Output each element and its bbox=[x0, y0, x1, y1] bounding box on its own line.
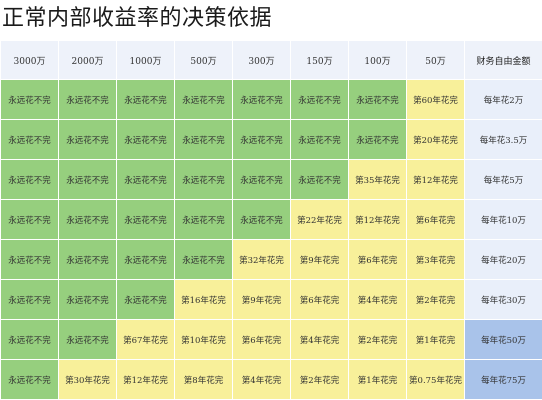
table-cell: 永远花不完 bbox=[174, 199, 233, 240]
table-cell: 永远花不完 bbox=[174, 79, 233, 120]
table-cell: 永远花不完 bbox=[290, 79, 349, 120]
table-cell: 第2年花完 bbox=[290, 359, 349, 400]
column-header: 100万 bbox=[348, 40, 407, 80]
row-header: 每年花20万 bbox=[464, 239, 542, 280]
row-header: 每年花50万 bbox=[464, 319, 542, 360]
table-cell: 永远花不完 bbox=[0, 359, 59, 400]
table-cell: 永远花不完 bbox=[348, 119, 407, 160]
column-header: 500万 bbox=[174, 40, 233, 80]
table-cell: 第0.75年花完 bbox=[406, 359, 465, 400]
row-header: 每年花3.5万 bbox=[464, 119, 542, 160]
table-cell: 第22年花完 bbox=[290, 199, 349, 240]
column-header: 300万 bbox=[232, 40, 291, 80]
decision-table-container: 3000万 2000万 1000万 500万 300万 150万 100万 50万 财务自由金额… bbox=[0, 40, 542, 400]
header-row: 3000万 2000万 1000万 500万 300万 150万 100万 50万 财务自由金额 bbox=[0, 40, 542, 80]
table-row: 永远花不完 永远花不完 永远花不完 永远花不完 永远花不完 永远花不完 永远花不完 第20年花… bbox=[0, 119, 542, 160]
table-cell: 第30年花完 bbox=[58, 359, 117, 400]
table-cell: 第12年花完 bbox=[348, 199, 407, 240]
table-cell: 第16年花完 bbox=[174, 279, 233, 320]
table-cell: 永远花不完 bbox=[0, 319, 59, 360]
table-cell: 第6年花完 bbox=[232, 319, 291, 360]
table-cell: 第3年花完 bbox=[406, 239, 465, 280]
table-cell: 第6年花完 bbox=[290, 279, 349, 320]
row-header: 每年花2万 bbox=[464, 79, 542, 120]
table-row: 永远花不完 永远花不完 永远花不完 第16年花完 第9年花完 第6年花完 第4年花完 第2年花… bbox=[0, 279, 542, 320]
table-cell: 永远花不完 bbox=[116, 159, 175, 200]
table-cell: 第1年花完 bbox=[406, 319, 465, 360]
table-cell: 第12年花完 bbox=[116, 359, 175, 400]
table-cell: 第4年花完 bbox=[290, 319, 349, 360]
column-header: 1000万 bbox=[116, 40, 175, 80]
table-cell: 永远花不完 bbox=[174, 239, 233, 280]
table-cell: 第4年花完 bbox=[348, 279, 407, 320]
column-header-corner: 财务自由金额 bbox=[464, 40, 542, 80]
row-header: 每年花10万 bbox=[464, 199, 542, 240]
table-cell: 永远花不完 bbox=[232, 199, 291, 240]
row-header: 每年花75万 bbox=[464, 359, 542, 400]
table-cell: 永远花不完 bbox=[290, 119, 349, 160]
table-cell: 第9年花完 bbox=[290, 239, 349, 280]
table-cell: 永远花不完 bbox=[232, 79, 291, 120]
table-cell: 第20年花完 bbox=[406, 119, 465, 160]
table-cell: 永远花不完 bbox=[0, 199, 59, 240]
table-row: 永远花不完 永远花不完 第67年花完 第10年花完 第6年花完 第4年花完 第2年花完 第1年… bbox=[0, 319, 542, 360]
table-cell: 永远花不完 bbox=[116, 79, 175, 120]
column-header: 3000万 bbox=[0, 40, 59, 80]
table-cell: 第9年花完 bbox=[232, 279, 291, 320]
table-cell: 永远花不完 bbox=[58, 79, 117, 120]
table-cell: 第2年花完 bbox=[348, 319, 407, 360]
table-cell: 永远花不完 bbox=[58, 319, 117, 360]
table-cell: 第10年花完 bbox=[174, 319, 233, 360]
column-header: 2000万 bbox=[58, 40, 117, 80]
table-cell: 第67年花完 bbox=[116, 319, 175, 360]
table-cell: 永远花不完 bbox=[0, 79, 59, 120]
column-header: 150万 bbox=[290, 40, 349, 80]
table-cell: 第1年花完 bbox=[348, 359, 407, 400]
table-cell: 永远花不完 bbox=[174, 119, 233, 160]
table-cell: 永远花不完 bbox=[232, 159, 291, 200]
table-cell: 永远花不完 bbox=[58, 279, 117, 320]
table-cell: 永远花不完 bbox=[116, 239, 175, 280]
table-cell: 第6年花完 bbox=[348, 239, 407, 280]
table-cell: 第6年花完 bbox=[406, 199, 465, 240]
table-cell: 永远花不完 bbox=[0, 279, 59, 320]
table-cell: 第12年花完 bbox=[406, 159, 465, 200]
row-header: 每年花5万 bbox=[464, 159, 542, 200]
table-cell: 第35年花完 bbox=[348, 159, 407, 200]
table-row: 永远花不完 第30年花完 第12年花完 第8年花完 第4年花完 第2年花完 第1年花完 第0.… bbox=[0, 359, 542, 400]
table-cell: 永远花不完 bbox=[116, 279, 175, 320]
decision-table: 3000万 2000万 1000万 500万 300万 150万 100万 50万 财务自由金额… bbox=[0, 40, 542, 400]
table-cell: 第8年花完 bbox=[174, 359, 233, 400]
table-cell: 永远花不完 bbox=[58, 119, 117, 160]
table-cell: 永远花不完 bbox=[116, 119, 175, 160]
table-row: 永远花不完 永远花不完 永远花不完 永远花不完 第32年花完 第9年花完 第6年花完 第3年花… bbox=[0, 239, 542, 280]
column-header: 50万 bbox=[406, 40, 465, 80]
table-row: 永远花不完 永远花不完 永远花不完 永远花不完 永远花不完 第22年花完 第12年花完 第6年… bbox=[0, 199, 542, 240]
table-cell: 第2年花完 bbox=[406, 279, 465, 320]
table-cell: 永远花不完 bbox=[0, 159, 59, 200]
table-cell: 永远花不完 bbox=[0, 239, 59, 280]
table-cell: 永远花不完 bbox=[58, 239, 117, 280]
table-cell: 永远花不完 bbox=[0, 119, 59, 160]
table-cell: 永远花不完 bbox=[290, 159, 349, 200]
table-cell: 永远花不完 bbox=[232, 119, 291, 160]
table-row: 永远花不完 永远花不完 永远花不完 永远花不完 永远花不完 永远花不完 第35年花完 第12年… bbox=[0, 159, 542, 200]
table-row: 永远花不完 永远花不完 永远花不完 永远花不完 永远花不完 永远花不完 永远花不完 第60年花… bbox=[0, 79, 542, 120]
table-cell: 永远花不完 bbox=[174, 159, 233, 200]
table-cell: 第4年花完 bbox=[232, 359, 291, 400]
table-cell: 永远花不完 bbox=[58, 159, 117, 200]
table-cell: 永远花不完 bbox=[348, 79, 407, 120]
table-cell: 永远花不完 bbox=[58, 199, 117, 240]
table-cell: 第32年花完 bbox=[232, 239, 291, 280]
row-header: 每年花30万 bbox=[464, 279, 542, 320]
table-cell: 第60年花完 bbox=[406, 79, 465, 120]
page-title: 正常内部收益率的决策依据 bbox=[2, 6, 273, 31]
table-cell: 永远花不完 bbox=[116, 199, 175, 240]
